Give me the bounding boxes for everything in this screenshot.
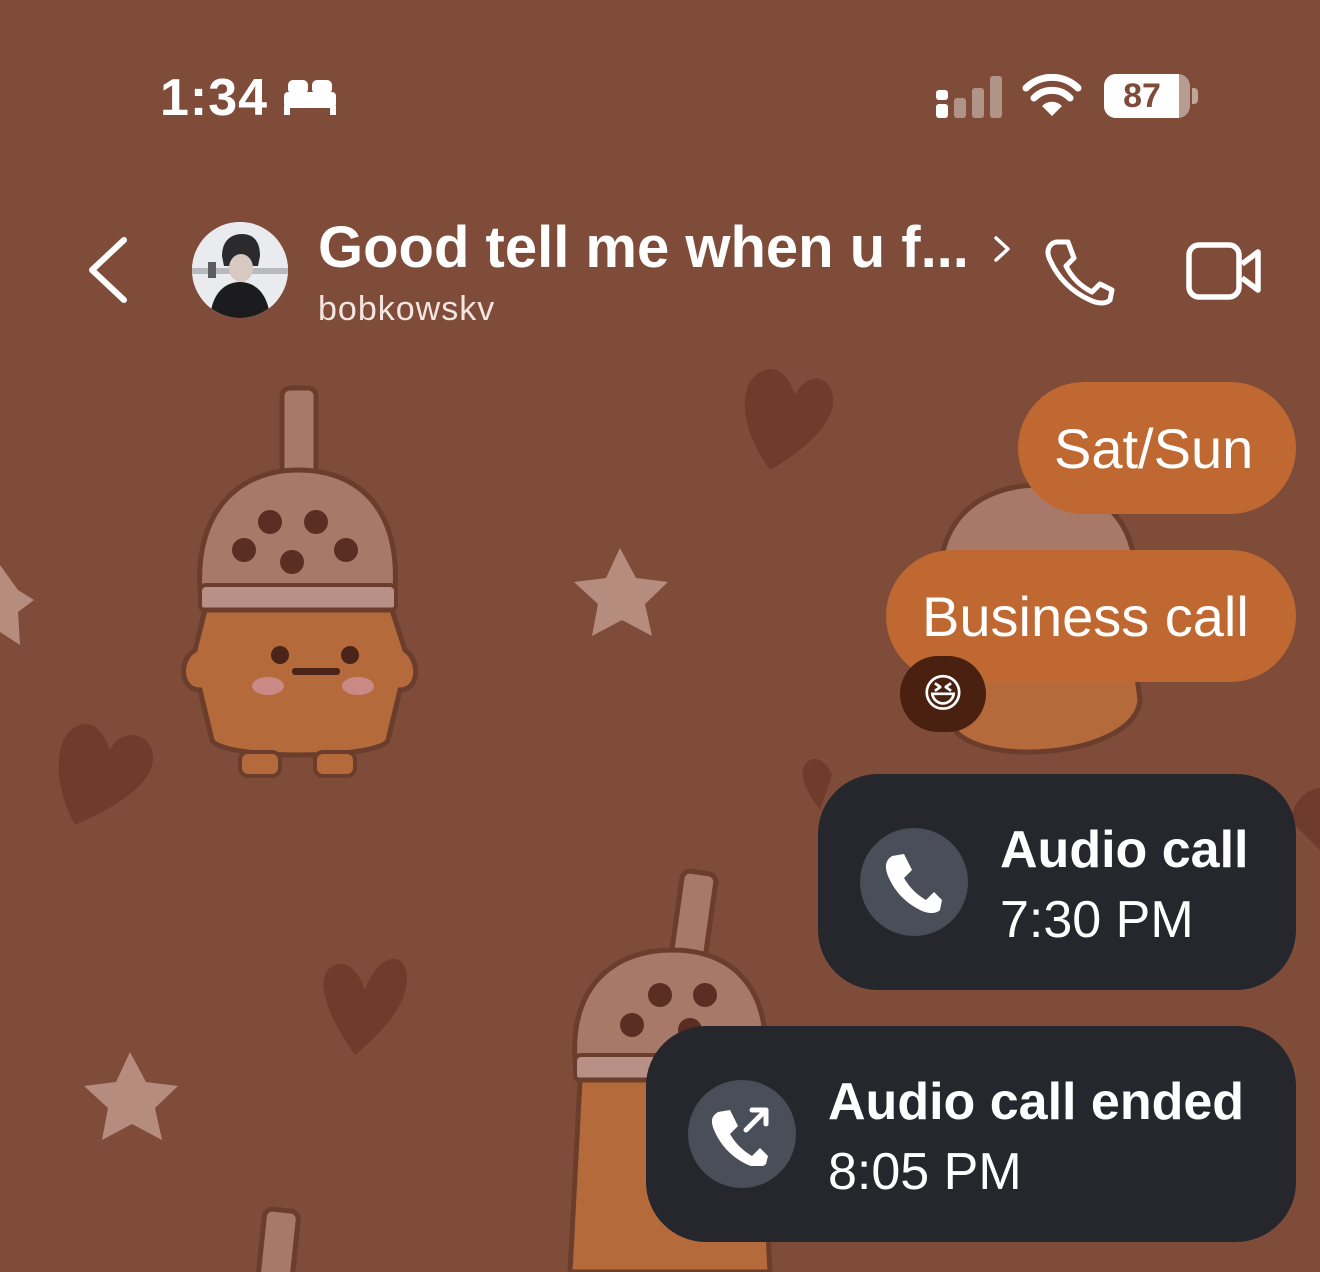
cellular-signal-icon (936, 76, 1002, 118)
message-bubble-sent[interactable]: Sat/Sun (1018, 382, 1296, 514)
star-decoration (0, 565, 34, 645)
chat-title[interactable]: Good tell me when u f... (318, 214, 969, 281)
avatar-image (192, 222, 288, 318)
phone-icon (860, 828, 968, 936)
star-decoration (574, 548, 668, 636)
wifi-icon (1022, 74, 1082, 116)
battery-indicator: 87 (1104, 74, 1190, 118)
boba-straw-decoration (256, 1206, 301, 1272)
heart-decoration (58, 724, 154, 825)
message-reaction[interactable]: 😆 (900, 656, 986, 732)
video-camera-icon[interactable] (1186, 240, 1262, 302)
message-text: Sat/Sun (1054, 417, 1254, 480)
bed-icon (284, 80, 336, 115)
call-log-card[interactable]: Audio call ended 8:05 PM (646, 1026, 1296, 1242)
phone-outgoing-icon (688, 1080, 796, 1188)
heart-decoration (323, 958, 407, 1055)
boba-character-decoration (181, 385, 419, 778)
heart-decoration (744, 369, 834, 470)
battery-level: 87 (1123, 77, 1161, 115)
call-time: 8:05 PM (828, 1143, 1022, 1201)
chat-screen: 1:34 87 Good tell me when u f... bobkows… (0, 0, 1320, 1272)
phone-icon[interactable] (1042, 236, 1116, 306)
call-title: Audio call (1000, 821, 1249, 879)
battery-tip (1192, 88, 1198, 104)
chevron-left-icon[interactable] (84, 236, 130, 304)
call-log-card[interactable]: Audio call 7:30 PM (818, 774, 1296, 990)
avatar[interactable] (192, 222, 288, 318)
star-decoration (84, 1052, 178, 1140)
chat-username: bobkowskv (318, 290, 496, 328)
message-text: Business call (922, 585, 1249, 648)
call-time: 7:30 PM (1000, 891, 1194, 949)
call-title: Audio call ended (828, 1073, 1245, 1131)
chevron-right-icon[interactable] (992, 234, 1012, 264)
status-time: 1:34 (160, 69, 269, 127)
